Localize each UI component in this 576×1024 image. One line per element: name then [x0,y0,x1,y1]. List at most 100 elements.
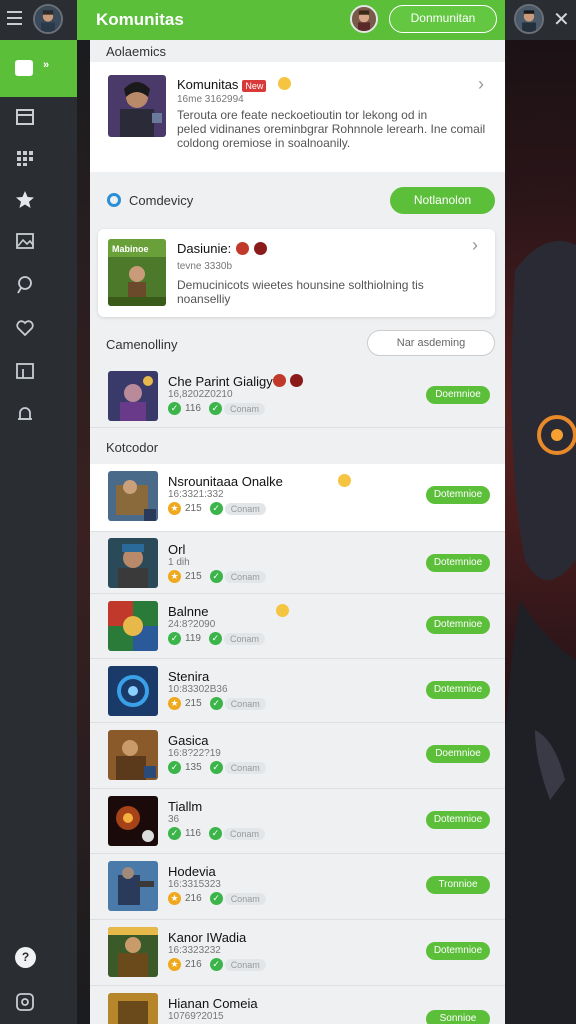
star-icon[interactable] [15,190,35,210]
calendar-icon[interactable] [15,107,35,127]
board-icon[interactable] [15,361,35,381]
list-item-meta: ✓ 135 ✓ Conam [168,761,266,775]
cdesc-line-2: noanselliy [177,292,231,306]
featured-subtitle: 16me 3162994 [177,94,244,105]
chevron-right-icon[interactable]: › [478,74,484,95]
list-item-thumbnail [108,927,158,977]
list-item-meta: ✓ 116 ✓ Conam [168,827,265,841]
profile-avatar[interactable] [350,5,378,33]
list-item-title: Tiallm [168,799,203,814]
list-item[interactable]: Balnne 24:8?2090 ✓ 119 ✓ Conam Dotemnioe [90,594,505,659]
desc-line-1: Terouta ore feate neckoetioutin tor leko… [177,108,428,122]
list-item-thumbnail [108,796,158,846]
bell-icon[interactable] [15,404,35,424]
list-item-meta: ✓ 116 ✓ Conam [168,402,265,416]
top-bar: Komunitas Donmunitan ✕ [0,0,576,40]
check-icon: ✓ [168,632,181,645]
status-pill: Conam [224,697,266,710]
list-item-meta: ✓ 119 ✓ Conam [168,632,265,646]
status-pill: Conam [223,632,265,645]
user-avatar[interactable] [33,4,63,34]
community-card[interactable]: Mabinoe Dasiunie: tevne 3330b Demucinico… [98,229,495,317]
download-button[interactable]: Dotemnioe [426,486,490,504]
list-item-thumbnail [108,666,158,716]
close-icon[interactable]: ✕ [553,7,570,32]
community-icon [107,193,121,207]
community-button[interactable]: Donmunitan [389,5,497,33]
list-item-sub: 16:3321:332 [168,489,224,500]
list-item-sub: 16:3323232 [168,945,221,956]
count: 116 [185,403,201,414]
grid-icon[interactable] [15,148,35,168]
star-badge-icon: ★ [168,502,181,515]
check-icon: ✓ [209,958,223,971]
menu-icon[interactable] [7,11,22,25]
account-avatar[interactable] [514,4,544,34]
app-title: Komunitas [96,10,184,29]
count: 116 [185,828,201,839]
heart-badge-icon [254,242,267,255]
chevron-right-icon[interactable]: › [472,235,478,256]
filter-button[interactable]: Nar asdeming [367,330,495,356]
community-join-button[interactable]: Notlanolon [390,187,495,214]
featured-title-text: Komunitas [177,77,239,92]
list-item[interactable]: Hianan Comeia 10769?2015 Sonnioe [90,986,505,1024]
list-item[interactable]: Kanor IWadia 16:3323232 ★ 216 ✓ Conam Dotem… [90,920,505,986]
image-icon[interactable] [15,231,35,251]
list-item-thumbnail [108,861,158,911]
list-item-meta: ★ 215 ✓ Conam [168,502,266,516]
emoji-icon [278,77,291,90]
check-icon: ✓ [209,502,223,515]
download-button[interactable]: Dotemnioe [426,811,490,829]
list-item-sub: 16:8?22?19 [168,748,221,759]
list-item-sub: 24:8?2090 [168,619,216,630]
list-item[interactable]: Gasica 16:8?22?19 ✓ 135 ✓ Conam Doemnioe [90,723,505,789]
list-item[interactable]: Nsrounitaaa Onalke 16:3321:332 ★ 215 ✓ Cona… [90,464,505,532]
list-item[interactable]: Hodevia 16:3315323 ★ 216 ✓ Conam Tronnioe [90,854,505,920]
count: 215 [185,503,202,514]
home-icon [15,60,33,76]
pin-icon[interactable] [15,274,35,294]
cdesc-line-1: Demucinicots wieetes hounsine solthiolni… [177,278,424,292]
fire-icon [273,374,286,387]
count: 216 [185,959,202,970]
download-button[interactable]: Dotemnioe [426,554,490,572]
list-item-sub: 16:3315323 [168,879,221,890]
list-item-thumbnail [108,601,158,651]
list-item-thumbnail [108,730,158,780]
download-button[interactable]: Dotemnioe [426,942,490,960]
download-button[interactable]: Doemnioe [426,745,490,763]
download-button[interactable]: Tronnioe [426,876,490,894]
list-item[interactable]: Orl 1 dih ★ 215 ✓ Conam Dotemnioe [90,532,505,594]
check-icon: ✓ [208,402,222,415]
status-pill: Conam [224,761,266,774]
check-icon: ✓ [168,761,181,774]
download-button[interactable]: Doemnioe [426,386,490,404]
list-item[interactable]: Che Parint Gialigy 16,8202Z0210 ✓ 116 ✓ Con… [90,364,505,428]
download-button[interactable]: Sonnioe [426,1010,490,1024]
help-icon[interactable]: ? [15,947,36,968]
heart-icon[interactable] [15,318,35,338]
settings-icon[interactable] [15,992,35,1012]
download-button[interactable]: Dotemnioe [426,616,490,634]
sidebar-item-home[interactable]: » [0,40,77,97]
list-item-meta: ★ 216 ✓ Conam [168,958,266,972]
download-button[interactable]: Dotemnioe [426,681,490,699]
list-item-title: Nsrounitaaa Onalke [168,474,283,489]
emoji-icon [338,474,351,487]
featured-thumbnail [108,75,166,137]
list-item-title: Kanor IWadia [168,930,247,945]
list-item[interactable]: Tiallm 36 ✓ 116 ✓ Conam Dotemnioe [90,789,505,854]
featured-title: Komunitas New [177,77,267,92]
status-pill: Conam [224,892,266,905]
check-icon: ✓ [208,632,222,645]
check-icon: ✓ [168,402,181,415]
count: 215 [185,698,202,709]
featured-description: Terouta ore feate neckoetioutin tor leko… [177,108,492,150]
chevron-icon: » [43,59,50,71]
community-card-sub: tevne 3330b [177,261,233,272]
list-item[interactable]: Stenira 10:83302B36 ★ 215 ✓ Conam Dotemnioe [90,659,505,723]
featured-card[interactable]: Komunitas New 16me 3162994 Terouta ore fe… [90,62,505,172]
star-badge-icon: ★ [168,958,181,971]
community-card-title: Dasiunie: [177,241,232,256]
